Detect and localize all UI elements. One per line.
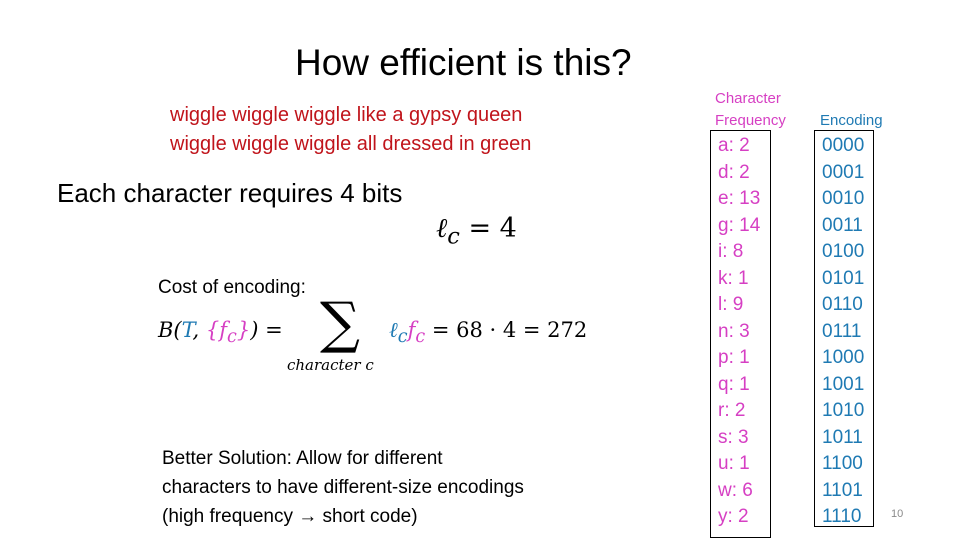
lyrics-line: wiggle wiggle wiggle like a gypsy queen: [170, 104, 523, 126]
encoding-row: 0100: [822, 241, 865, 262]
formula-f-close: }: [236, 318, 251, 342]
term-f-sub: c: [415, 327, 426, 348]
encoding-row: 1001: [822, 373, 865, 395]
summation-subscript: character c: [287, 356, 374, 374]
better-solution-line: characters to have different-size encodi…: [162, 477, 524, 498]
encoding-list: 0000 0001 0010 0011 0100 0101 0110 0111 1000 1001…: [822, 133, 864, 531]
summation-symbol: ∑: [320, 291, 360, 356]
length-value: = 4: [468, 213, 517, 244]
term-l-sub: c: [397, 327, 408, 348]
cost-formula-lhs: B(T, {fc}) =: [158, 318, 283, 347]
encoding-row: 1010: [822, 400, 865, 421]
encoding-row: 0011: [822, 214, 863, 236]
encoding-header: Encoding: [820, 112, 883, 129]
frequency-header-line: Frequency: [715, 112, 786, 129]
encoding-row: 1011: [822, 426, 863, 448]
better-solution-text: Better Solution: Allow for different cha…: [162, 444, 524, 531]
encoding-row: 0001: [822, 161, 865, 183]
formula-T: T: [181, 318, 193, 342]
frequency-row: p: 1: [718, 347, 750, 368]
frequency-row: r: 2: [718, 400, 746, 421]
better-solution-line: Better Solution: Allow for different: [162, 448, 443, 469]
frequency-header-line: Character: [715, 90, 781, 107]
length-equation: ℓc = 4: [436, 213, 517, 249]
frequency-row: w: 6: [718, 479, 753, 501]
encoding-row: 1101: [822, 479, 863, 501]
frequency-row: n: 3: [718, 320, 750, 342]
length-symbol: ℓ: [436, 213, 448, 244]
encoding-row: 0010: [822, 188, 865, 209]
formula-close: ) =: [250, 318, 283, 342]
slide-title: How efficient is this?: [295, 42, 632, 83]
encoding-row: 0110: [822, 294, 863, 315]
lyrics-line: wiggle wiggle wiggle all dressed in gree…: [170, 133, 532, 155]
formula-f-sub: c: [227, 327, 237, 348]
cost-result: = 68 · 4 = 272: [431, 318, 588, 342]
frequency-row: e: 13: [718, 188, 761, 209]
frequency-row: k: 1: [718, 267, 749, 289]
better-solution-line: (high frequency → short code): [162, 506, 418, 527]
frequency-row: l: 9: [718, 294, 744, 315]
formula-B: B(: [158, 318, 182, 342]
encoding-row: 0111: [822, 320, 862, 342]
encoding-row: 0101: [822, 267, 865, 289]
frequency-header: Character Frequency: [715, 88, 786, 132]
frequency-list: a: 2 d: 2 e: 13 g: 14 i: 8 k: 1 l: 9 n: 3 p: 1 q:…: [718, 133, 760, 531]
frequency-row: g: 14: [718, 214, 761, 236]
encoding-row: 1100: [822, 453, 863, 474]
frequency-row: u: 1: [718, 453, 750, 474]
frequency-row: i: 8: [718, 241, 744, 262]
encoding-row: 1000: [822, 347, 865, 368]
frequency-row: s: 3: [718, 426, 749, 448]
length-subscript: c: [447, 223, 460, 250]
frequency-row: q: 1: [718, 373, 750, 395]
encoding-row: 0000: [822, 135, 865, 156]
frequency-row: d: 2: [718, 161, 750, 183]
lyrics-text: wiggle wiggle wiggle like a gypsy queen …: [170, 101, 531, 159]
bits-statement: Each character requires 4 bits: [57, 178, 403, 208]
formula-f: {f: [205, 318, 228, 342]
term-l: ℓ: [389, 318, 398, 342]
cost-label: Cost of encoding:: [158, 277, 306, 298]
frequency-row: y: 2: [718, 506, 749, 527]
page-number: 10: [891, 508, 904, 520]
encoding-row: 1110: [822, 506, 862, 527]
formula-comma: ,: [192, 318, 206, 342]
cost-formula-rhs: ℓcfc = 68 · 4 = 272: [389, 318, 587, 347]
frequency-row: a: 2: [718, 135, 750, 156]
